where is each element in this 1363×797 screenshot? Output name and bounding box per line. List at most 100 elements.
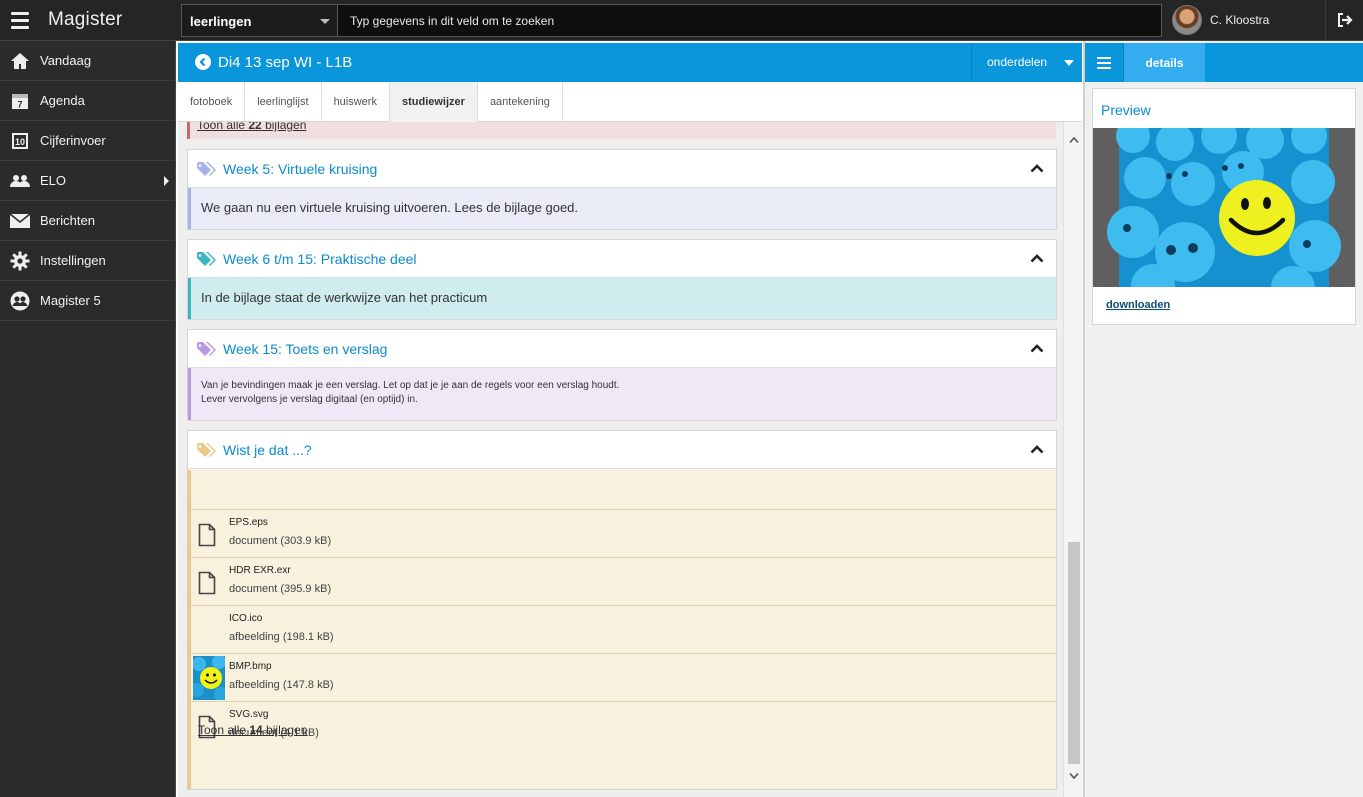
tab-details[interactable]: details <box>1124 43 1205 82</box>
sidebar-item-cijferinvoer[interactable]: 10 Cijferinvoer <box>0 121 175 161</box>
attachment-name: SVG.svg <box>229 709 269 720</box>
sidebar-item-elo[interactable]: ELO <box>0 161 175 201</box>
chevron-down-icon[interactable] <box>1069 772 1079 780</box>
chevron-down-icon <box>1064 60 1074 66</box>
tags-icon <box>197 251 216 266</box>
back-button[interactable] <box>195 54 211 70</box>
details-header: details <box>1085 43 1363 82</box>
search-scope-select[interactable]: leerlingen <box>181 4 338 37</box>
section-text: Lever vervolgens je verslag digitaal (en… <box>201 394 418 405</box>
section-title: Week 5: Virtuele kruising <box>223 160 378 177</box>
hamburger-menu-button[interactable] <box>0 0 40 40</box>
attachment-name: EPS.eps <box>229 517 268 528</box>
onderdelen-dropdown[interactable]: onderdelen <box>971 43 1082 82</box>
section-header[interactable]: Week 6 t/m 15: Praktische deel <box>188 240 1056 278</box>
sidebar-item-instellingen[interactable]: Instellingen <box>0 241 175 281</box>
sidebar-item-label: Berichten <box>40 213 95 228</box>
section-body: Van je bevindingen maak je een verslag. … <box>188 368 1056 420</box>
attachment-name: BMP.bmp <box>229 661 272 672</box>
file-icon <box>198 571 216 595</box>
sidebar-item-label: Magister 5 <box>40 293 101 308</box>
preview-card: Preview downloaden <box>1092 88 1356 325</box>
search-scope-value: leerlingen <box>190 14 252 29</box>
section-card: Wist je dat ...? EPS.eps document (303.9… <box>187 430 1057 790</box>
chevron-up-icon[interactable] <box>1030 343 1044 353</box>
sidebar-item-magister-5[interactable]: Magister 5 <box>0 281 175 321</box>
section-card: Week 5: Virtuele kruising We gaan nu een… <box>187 149 1057 230</box>
list-view-button[interactable] <box>1085 43 1124 82</box>
calendar-icon: 7 <box>10 91 30 111</box>
section-title: Wist je dat ...? <box>223 441 312 458</box>
previous-section-strip: Toon alle 22 bijlagen <box>187 122 1056 139</box>
preview-title: Preview <box>1101 102 1151 118</box>
tags-icon <box>197 341 216 356</box>
logout-button[interactable] <box>1325 0 1363 40</box>
section-header[interactable]: Wist je dat ...? <box>188 431 1056 469</box>
attachment-meta: document (395.9 kB) <box>229 583 332 595</box>
content-scrollbar[interactable] <box>1063 122 1083 797</box>
attachment-row[interactable]: BMP.bmp afbeelding (147.8 kB) <box>191 654 1056 702</box>
sidebar-item-berichten[interactable]: Berichten <box>0 201 175 241</box>
file-icon <box>198 523 216 547</box>
lesson-header: Di4 13 sep WI - L1B onderdelen <box>178 43 1082 82</box>
section-header[interactable]: Week 5: Virtuele kruising <box>188 150 1056 188</box>
search-input[interactable] <box>338 4 1162 37</box>
user-menu[interactable]: C. Kloostra <box>1168 0 1325 40</box>
smiley-thumbnail-image <box>193 656 225 700</box>
sidebar-item-label: ELO <box>40 173 67 188</box>
attachment-meta: document (303.9 kB) <box>229 535 332 547</box>
sidebar-item-vandaag[interactable]: Vandaag <box>0 41 175 81</box>
section-card: Week 6 t/m 15: Praktische deel In de bij… <box>187 239 1057 320</box>
chevron-up-icon[interactable] <box>1030 163 1044 173</box>
section-card: Week 15: Toets en verslag Van je bevindi… <box>187 329 1057 421</box>
tab-huiswerk[interactable]: huiswerk <box>322 82 390 122</box>
home-icon <box>10 51 30 71</box>
section-title: Week 15: Toets en verslag <box>223 340 388 357</box>
attachment-name: HDR EXR.exr <box>229 565 291 576</box>
chevron-up-icon[interactable] <box>1030 253 1044 263</box>
logout-icon <box>1337 13 1353 27</box>
gear-icon <box>10 251 30 271</box>
sidebar-item-label: Cijferinvoer <box>40 133 106 148</box>
section-header[interactable]: Week 15: Toets en verslag <box>188 330 1056 368</box>
attachment-row[interactable]: EPS.eps document (303.9 kB) <box>191 510 1056 558</box>
avatar <box>1172 5 1202 35</box>
download-link[interactable]: downloaden <box>1106 299 1170 311</box>
attachment-row[interactable]: ICO.ico afbeelding (198.1 kB) <box>191 606 1056 654</box>
attachment-meta: afbeelding (147.8 kB) <box>229 679 334 691</box>
attachment-row[interactable]: SVG.svg document (4.1 kB) <box>191 702 1056 750</box>
user-name: C. Kloostra <box>1210 13 1270 27</box>
section-title: Week 6 t/m 15: Praktische deel <box>223 250 417 267</box>
section-text: We gaan nu een virtuele kruising uitvoer… <box>201 200 579 215</box>
tab-studiewijzer[interactable]: studiewijzer <box>389 82 478 122</box>
tags-icon <box>197 161 216 176</box>
tab-fotoboek[interactable]: fotoboek <box>178 82 246 122</box>
tab-leerlinglijst[interactable]: leerlinglijst <box>245 82 322 122</box>
section-body: We gaan nu een virtuele kruising uitvoer… <box>188 188 1056 229</box>
grade-icon: 10 <box>10 131 30 151</box>
chevron-down-icon <box>320 19 330 24</box>
attachment-row[interactable]: HDR EXR.exr document (395.9 kB) <box>191 558 1056 606</box>
group-icon <box>10 171 30 191</box>
tab-bar: fotoboek leerlinglijst huiswerk studiewi… <box>178 82 1082 122</box>
sidebar: Vandaag 7 Agenda 10 Cijferinvoer ELO Ber… <box>0 41 176 797</box>
users-circle-icon <box>10 291 30 311</box>
svg-text:7: 7 <box>17 99 22 109</box>
show-all-attachments-link[interactable]: Toon alle 14 bijlagen <box>198 723 307 737</box>
studiewijzer-content: Toon alle 22 bijlagen Week 5: Virtuele k… <box>178 122 1063 797</box>
page-title: Di4 13 sep WI - L1B <box>218 54 353 71</box>
sidebar-item-label: Vandaag <box>40 53 92 68</box>
onderdelen-label: onderdelen <box>987 55 1048 69</box>
envelope-icon <box>10 211 30 231</box>
tab-aantekening[interactable]: aantekening <box>478 82 563 122</box>
show-all-attachments-link[interactable]: Toon alle 22 bijlagen <box>197 122 306 132</box>
sidebar-item-label: Instellingen <box>40 253 106 268</box>
scrollbar-thumb[interactable] <box>1068 542 1080 764</box>
section-body: In de bijlage staat de werkwijze van het… <box>188 278 1056 319</box>
app-title: Magister <box>48 9 123 30</box>
top-bar: Magister leerlingen C. Kloostra <box>0 0 1363 41</box>
chevron-up-icon[interactable] <box>1069 136 1079 144</box>
attachments-body: EPS.eps document (303.9 kB) HDR EXR.exr … <box>188 470 1056 789</box>
sidebar-item-agenda[interactable]: 7 Agenda <box>0 81 175 121</box>
chevron-up-icon[interactable] <box>1030 444 1044 454</box>
